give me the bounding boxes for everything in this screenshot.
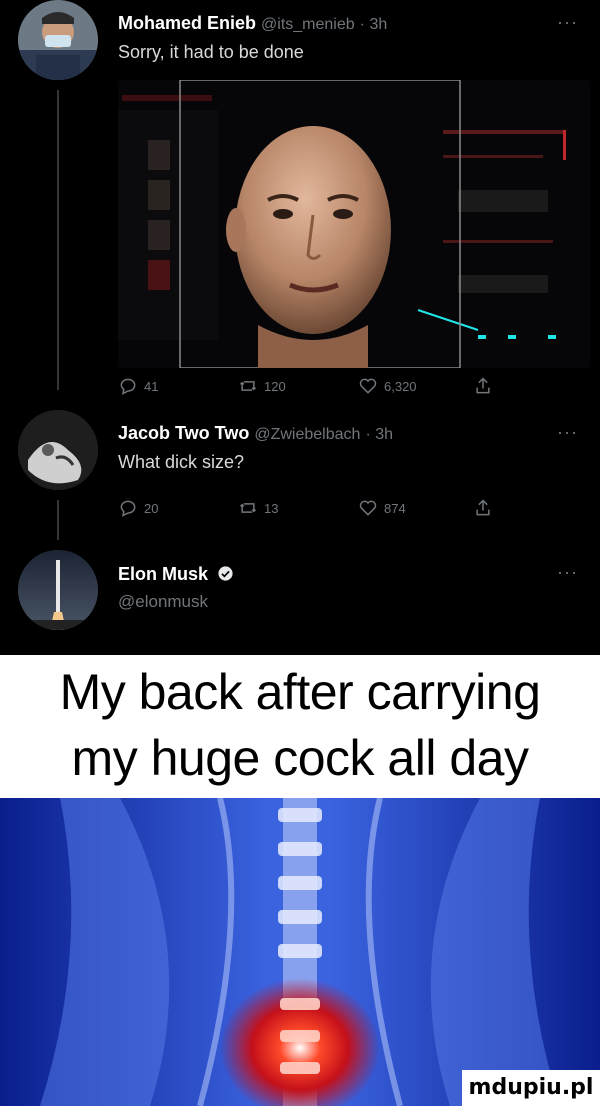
tweet-elon[interactable]: Elon Musk ··· @elonmusk (0, 550, 600, 650)
user-handle[interactable]: @its_menieb (261, 16, 355, 33)
reply-button[interactable]: 41 (118, 376, 158, 396)
display-name[interactable]: Elon Musk (118, 564, 208, 584)
tweet-actions: 20 13 874 (118, 498, 518, 522)
tweet-mohamed[interactable]: Mohamed Enieb @its_menieb · 3h ··· Sorry… (0, 0, 600, 400)
watermark-logo: mdupiu.pl (462, 1070, 600, 1106)
tweet-header: Elon Musk (118, 564, 234, 587)
display-name[interactable]: Mohamed Enieb (118, 13, 256, 33)
more-options-icon[interactable]: ··· (557, 562, 578, 583)
thread-line (57, 500, 59, 540)
tweet-text: Sorry, it had to be done (118, 42, 304, 62)
heart-icon (359, 500, 377, 516)
display-name[interactable]: Jacob Two Two (118, 423, 249, 443)
meme-caption-line-1: My back after carrying (59, 664, 541, 720)
meme-caption-line-2: my huge cock all day (71, 730, 529, 786)
retweet-count: 120 (264, 378, 286, 394)
more-options-icon[interactable]: ··· (557, 422, 578, 443)
timestamp[interactable]: · 3h (360, 16, 388, 33)
retweet-button[interactable]: 13 (238, 498, 278, 518)
reply-count: 20 (144, 500, 159, 516)
like-button[interactable]: 874 (358, 498, 406, 518)
share-icon (476, 377, 490, 394)
avatar-elon[interactable] (18, 550, 98, 630)
retweet-icon (239, 503, 257, 513)
thread-line (57, 90, 59, 390)
tweet-image[interactable] (118, 80, 590, 368)
more-options-icon[interactable]: ··· (557, 12, 578, 33)
tweet-header: Jacob Two Two @Zwiebelbach · 3h (118, 423, 393, 444)
share-button[interactable] (473, 498, 493, 518)
tweet-header: Mohamed Enieb @its_menieb · 3h (118, 13, 387, 34)
share-icon (476, 499, 490, 516)
avatar-jacob[interactable] (18, 410, 98, 490)
tweet-text: What dick size? (118, 452, 245, 472)
retweet-count: 13 (264, 500, 279, 516)
retweet-button[interactable]: 120 (238, 376, 286, 396)
tweet-actions: 41 120 6,320 (118, 376, 518, 400)
like-button[interactable]: 6,320 (358, 376, 417, 396)
user-handle[interactable]: @elonmusk (118, 592, 208, 612)
user-handle[interactable]: @Zwiebelbach (254, 426, 360, 443)
meme-caption-box: My back after carrying my huge cock all … (0, 655, 600, 798)
verified-badge-icon (217, 565, 234, 587)
heart-icon (359, 378, 377, 394)
meme-spine-image: mdupiu.pl (0, 798, 600, 1106)
reply-icon (120, 378, 136, 395)
retweet-icon (239, 381, 257, 391)
like-count: 6,320 (384, 378, 417, 394)
reply-icon (120, 500, 136, 517)
avatar-mohamed[interactable] (18, 0, 98, 80)
timestamp[interactable]: · 3h (365, 426, 393, 443)
like-count: 874 (384, 500, 406, 516)
share-button[interactable] (473, 376, 493, 396)
tweet-jacob[interactable]: Jacob Two Two @Zwiebelbach · 3h ··· What… (0, 410, 600, 540)
reply-button[interactable]: 20 (118, 498, 158, 518)
reply-count: 41 (144, 378, 159, 394)
